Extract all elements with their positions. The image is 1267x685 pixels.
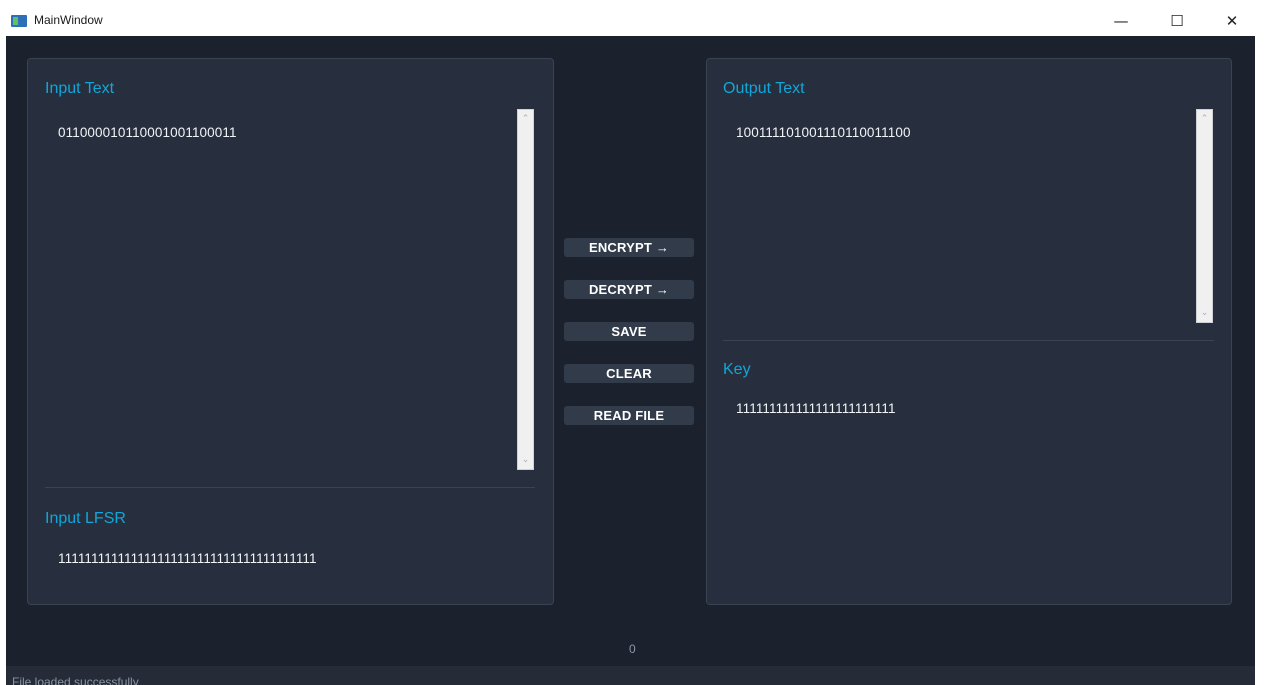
status-message: File loaded successfully (12, 675, 139, 685)
output-text-label: Output Text (723, 80, 805, 97)
input-text-value: 011000010110001001100011 (58, 125, 237, 140)
clear-button[interactable]: CLEAR (564, 364, 694, 383)
input-text-area[interactable]: 011000010110001001100011 (38, 109, 508, 469)
status-bar: File loaded successfully (6, 666, 1255, 685)
input-text-scrollbar[interactable]: ⌃ ⌄ (517, 109, 534, 470)
output-text-scrollbar[interactable]: ⌃ ⌄ (1196, 109, 1213, 323)
close-button[interactable]: ✕ (1209, 6, 1255, 36)
key-label: Key (723, 361, 751, 378)
scroll-down-icon[interactable]: ⌄ (1197, 306, 1212, 320)
input-lfsr-field[interactable]: 111111111111111111111111111111111111111 (38, 539, 533, 589)
output-divider (723, 340, 1214, 341)
output-panel: Output Text 100111101001110110011100 ⌃ ⌄… (706, 58, 1232, 605)
main-window: MainWindow — ☐ ✕ Input Text 011000010110… (6, 6, 1255, 685)
counter-label: 0 (629, 642, 636, 656)
key-value: 111111111111111111111111 (736, 401, 896, 416)
minimize-button[interactable]: — (1098, 6, 1144, 36)
title-bar: MainWindow — ☐ ✕ (6, 6, 1255, 36)
input-text-label: Input Text (45, 80, 115, 97)
maximize-button[interactable]: ☐ (1154, 6, 1200, 36)
output-text-area[interactable]: 100111101001110110011100 (716, 109, 1186, 322)
key-field[interactable]: 111111111111111111111111 (716, 391, 1211, 441)
scroll-up-icon[interactable]: ⌃ (1197, 112, 1212, 126)
window-title: MainWindow (34, 13, 103, 27)
input-lfsr-label: Input LFSR (45, 510, 126, 527)
maximize-icon: ☐ (1170, 12, 1184, 30)
scroll-down-icon[interactable]: ⌄ (518, 453, 533, 467)
scroll-up-icon[interactable]: ⌃ (518, 112, 533, 126)
app-icon (11, 15, 27, 27)
minimize-icon: — (1113, 12, 1129, 30)
input-divider (45, 487, 535, 488)
input-panel: Input Text 011000010110001001100011 ⌃ ⌄ … (27, 58, 554, 605)
input-lfsr-value: 111111111111111111111111111111111111111 (58, 551, 317, 566)
read-file-button[interactable]: READ FILE (564, 406, 694, 425)
output-text-value: 100111101001110110011100 (736, 125, 911, 140)
decrypt-button[interactable]: DECRYPT → (564, 280, 694, 299)
encrypt-button[interactable]: ENCRYPT → (564, 238, 694, 257)
save-button[interactable]: SAVE (564, 322, 694, 341)
close-icon: ✕ (1225, 12, 1239, 30)
